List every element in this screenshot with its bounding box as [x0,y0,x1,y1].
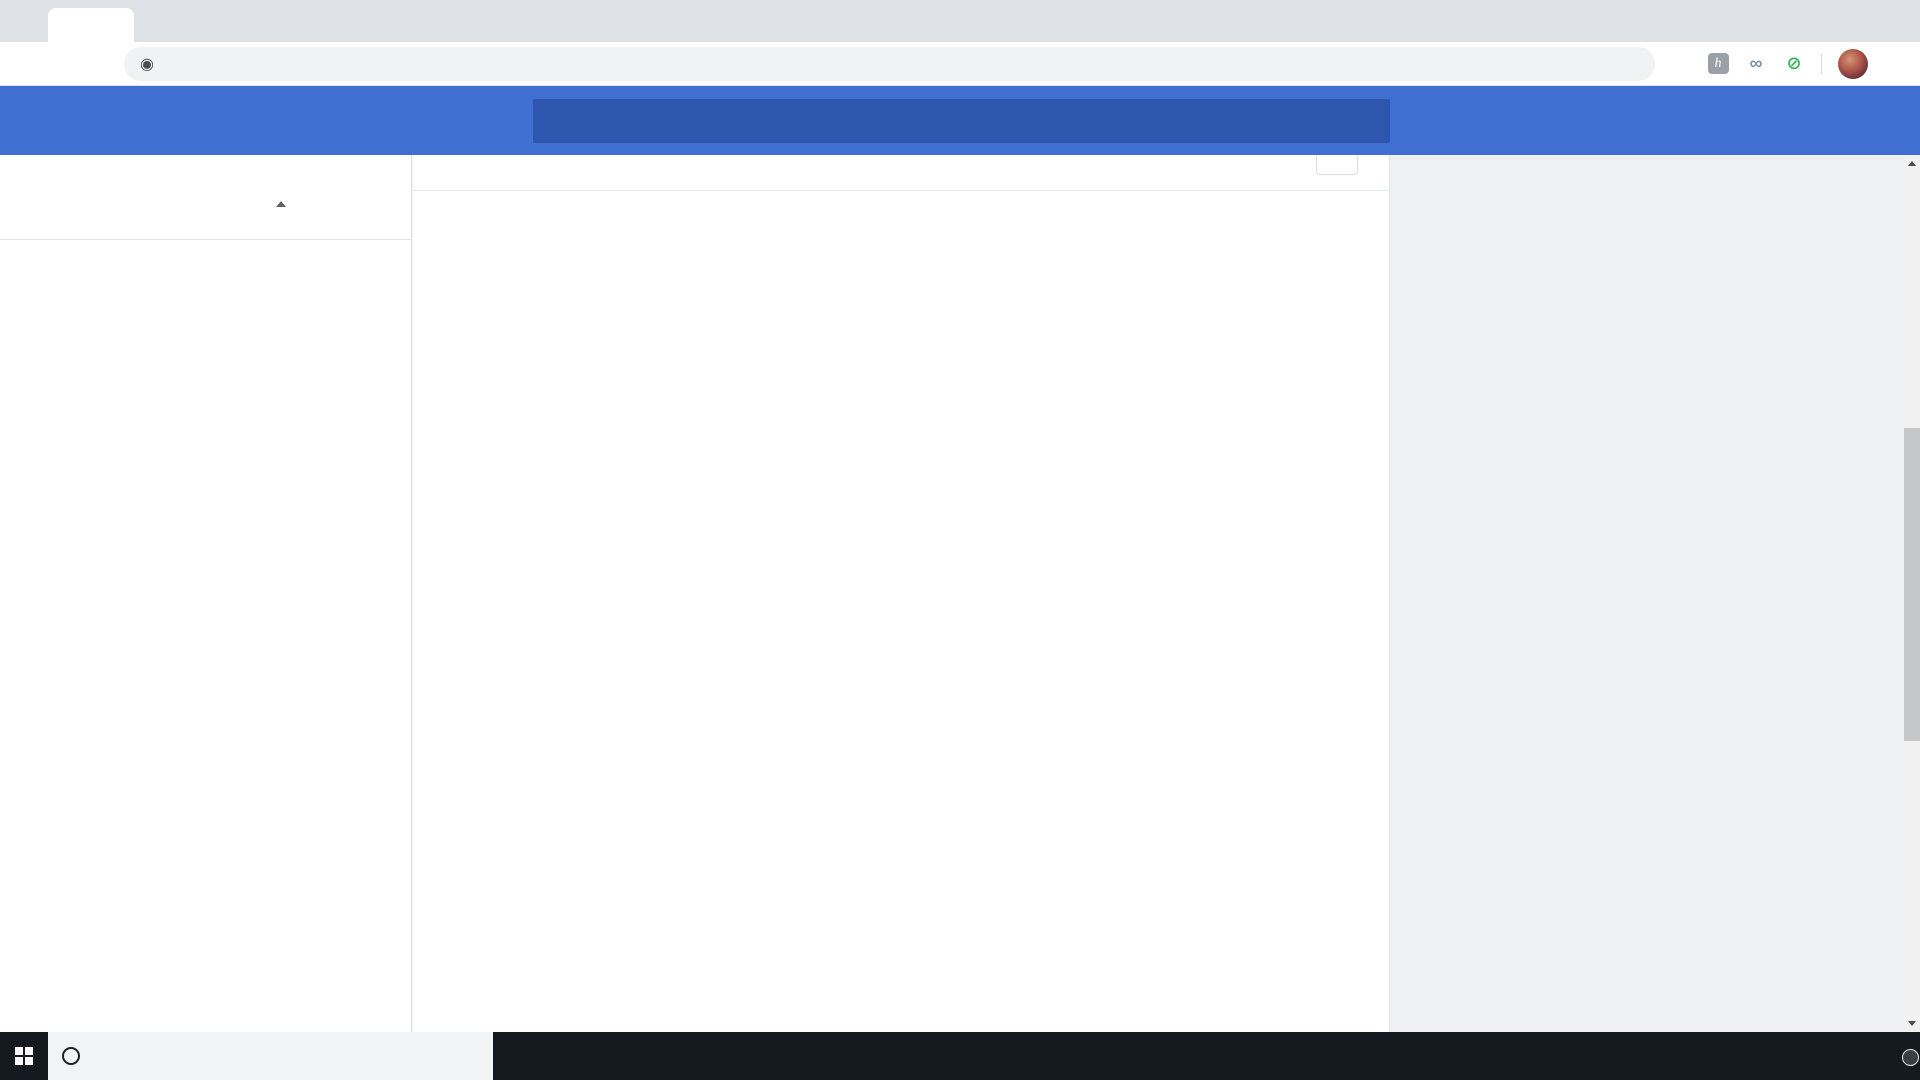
system-tray [1733,1032,1919,1080]
toolbar-right: h ∞ ⊘ [1663,46,1910,82]
tab-strip [0,0,1920,42]
restore-button[interactable] [1808,0,1864,36]
scrollbar-up-icon[interactable] [1908,161,1916,166]
cortana-icon [62,1047,80,1065]
restore-icon [1829,11,1844,26]
reset-permissions-button[interactable] [1316,155,1358,175]
reload-button[interactable] [82,46,118,82]
scrollbar-thumb[interactable] [1904,428,1920,741]
settings-search-input[interactable] [533,99,1390,143]
wifi-icon[interactable] [1837,1046,1857,1066]
microphone-icon[interactable] [461,1046,481,1066]
site-details-card [413,155,1390,1032]
site-info-icon[interactable]: ◉ [140,54,154,74]
tab-strip-tabs [0,0,44,42]
task-view-button[interactable] [493,1032,543,1080]
search-icon [547,111,567,131]
windows-taskbar [0,1032,1920,1080]
nav-divider [0,239,411,240]
card-divider [413,190,1389,191]
scrollbar-down-icon[interactable] [1908,1021,1916,1026]
extension-honey[interactable]: h [1699,47,1737,81]
close-button[interactable] [1864,0,1920,36]
profile-avatar[interactable] [1838,48,1868,79]
tray-chevron-up-icon[interactable] [1769,1048,1785,1064]
nav-advanced-toggle[interactable] [0,179,411,229]
minimize-button[interactable] [1752,0,1808,36]
battery-icon[interactable] [1800,1045,1822,1067]
settings-header [0,86,1920,155]
browser-toolbar: ◉ h ∞ ⊘ [0,42,1920,86]
taskbar-search-input[interactable] [48,1032,493,1080]
windows-logo-icon [15,1047,33,1065]
extension-infinity[interactable]: ∞ [1737,47,1775,81]
infinity-icon: ∞ [1749,53,1763,73]
browser-menu-button[interactable] [1876,47,1910,81]
active-tab-settings[interactable] [48,8,134,42]
bookmark-star-icon[interactable] [1663,46,1699,82]
window-controls [1752,0,1920,42]
toolbar-divider [1821,53,1822,74]
settings-nav [0,155,412,1032]
notification-badge [1902,1048,1919,1066]
new-tab-button[interactable] [144,7,172,35]
omnibox[interactable]: ◉ [124,46,1655,81]
zenmate-icon: ⊘ [1786,53,1802,73]
chevron-up-icon [276,201,286,207]
settings-page [0,155,1920,1032]
page-scrollbar[interactable] [1904,155,1920,1032]
people-icon[interactable] [1733,1046,1754,1067]
extension-zenmate[interactable]: ⊘ [1775,47,1813,81]
back-button[interactable] [10,46,46,82]
action-center-button[interactable] [1887,1045,1919,1068]
settings-gear-icon [76,16,94,34]
task-view-icon [507,1045,529,1067]
forward-button[interactable] [46,46,82,82]
start-button[interactable] [0,1032,48,1080]
honey-icon: h [1707,53,1729,74]
